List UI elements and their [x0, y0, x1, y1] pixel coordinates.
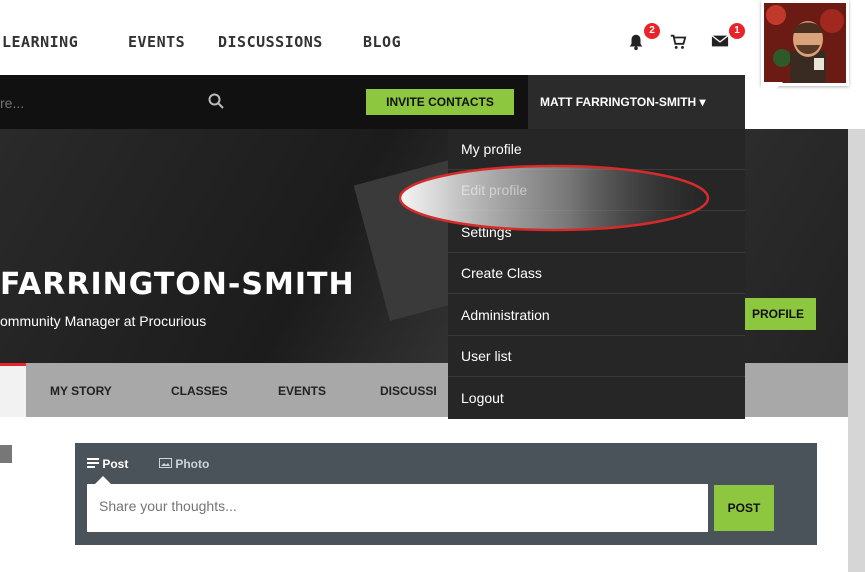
- post-textarea[interactable]: [87, 484, 708, 532]
- tab-my-story[interactable]: MY STORY: [50, 384, 112, 398]
- menu-item-administration[interactable]: Administration: [448, 295, 745, 336]
- notifications-badge: 2: [644, 23, 660, 39]
- image-icon: [159, 458, 172, 468]
- tab-classes[interactable]: CLASSES: [171, 384, 228, 398]
- avatar[interactable]: [761, 0, 849, 86]
- envelope-icon[interactable]: [711, 33, 729, 54]
- nav-link-blog[interactable]: BLOG: [363, 33, 401, 51]
- post-composer: Post Photo POST: [75, 443, 817, 545]
- menu-item-create-class[interactable]: Create Class: [448, 253, 745, 294]
- page-scroll-edge: [848, 129, 865, 572]
- highlight-ellipse: [398, 164, 710, 232]
- left-dropdown-chip[interactable]: [0, 445, 12, 463]
- user-menu-toggle[interactable]: MATT FARRINGTON-SMITH ▾: [528, 75, 745, 129]
- invite-contacts-button[interactable]: INVITE CONTACTS: [366, 89, 514, 115]
- nav-link-events[interactable]: EVENTS: [128, 33, 185, 51]
- tab-photo-label: Photo: [175, 457, 210, 471]
- tab-post[interactable]: Post: [87, 457, 128, 471]
- tabs-left-segment: [0, 363, 26, 417]
- nav-link-discussions[interactable]: DISCUSSIONS: [218, 33, 323, 51]
- menu-item-user-list[interactable]: User list: [448, 336, 745, 377]
- active-tab-caret: [95, 476, 111, 484]
- profile-subtitle: ommunity Manager at Procurious: [0, 313, 207, 329]
- profile-name: FARRINGTON-SMITH: [0, 267, 355, 302]
- messages-badge: 1: [729, 23, 745, 39]
- tabs-active-indicator: [0, 363, 26, 366]
- top-navigation: LEARNING EVENTS DISCUSSIONS BLOG 2 1: [0, 0, 865, 75]
- profile-button[interactable]: PROFILE: [740, 298, 816, 330]
- post-button[interactable]: POST: [714, 485, 774, 531]
- tab-post-label: Post: [102, 457, 129, 471]
- tab-photo[interactable]: Photo: [159, 457, 209, 471]
- tab-discussions[interactable]: DISCUSSI: [380, 384, 437, 398]
- avatar-bubble-tail: [761, 82, 783, 104]
- nav-link-learning[interactable]: LEARNING: [2, 33, 78, 51]
- cart-icon[interactable]: [669, 33, 687, 56]
- search-icon[interactable]: [208, 93, 224, 109]
- bell-icon[interactable]: [627, 33, 645, 56]
- search-input[interactable]: [0, 75, 242, 131]
- menu-item-logout[interactable]: Logout: [448, 378, 745, 419]
- list-icon: [87, 458, 99, 468]
- user-avatar-bubble[interactable]: [755, 0, 865, 104]
- tab-events[interactable]: EVENTS: [278, 384, 326, 398]
